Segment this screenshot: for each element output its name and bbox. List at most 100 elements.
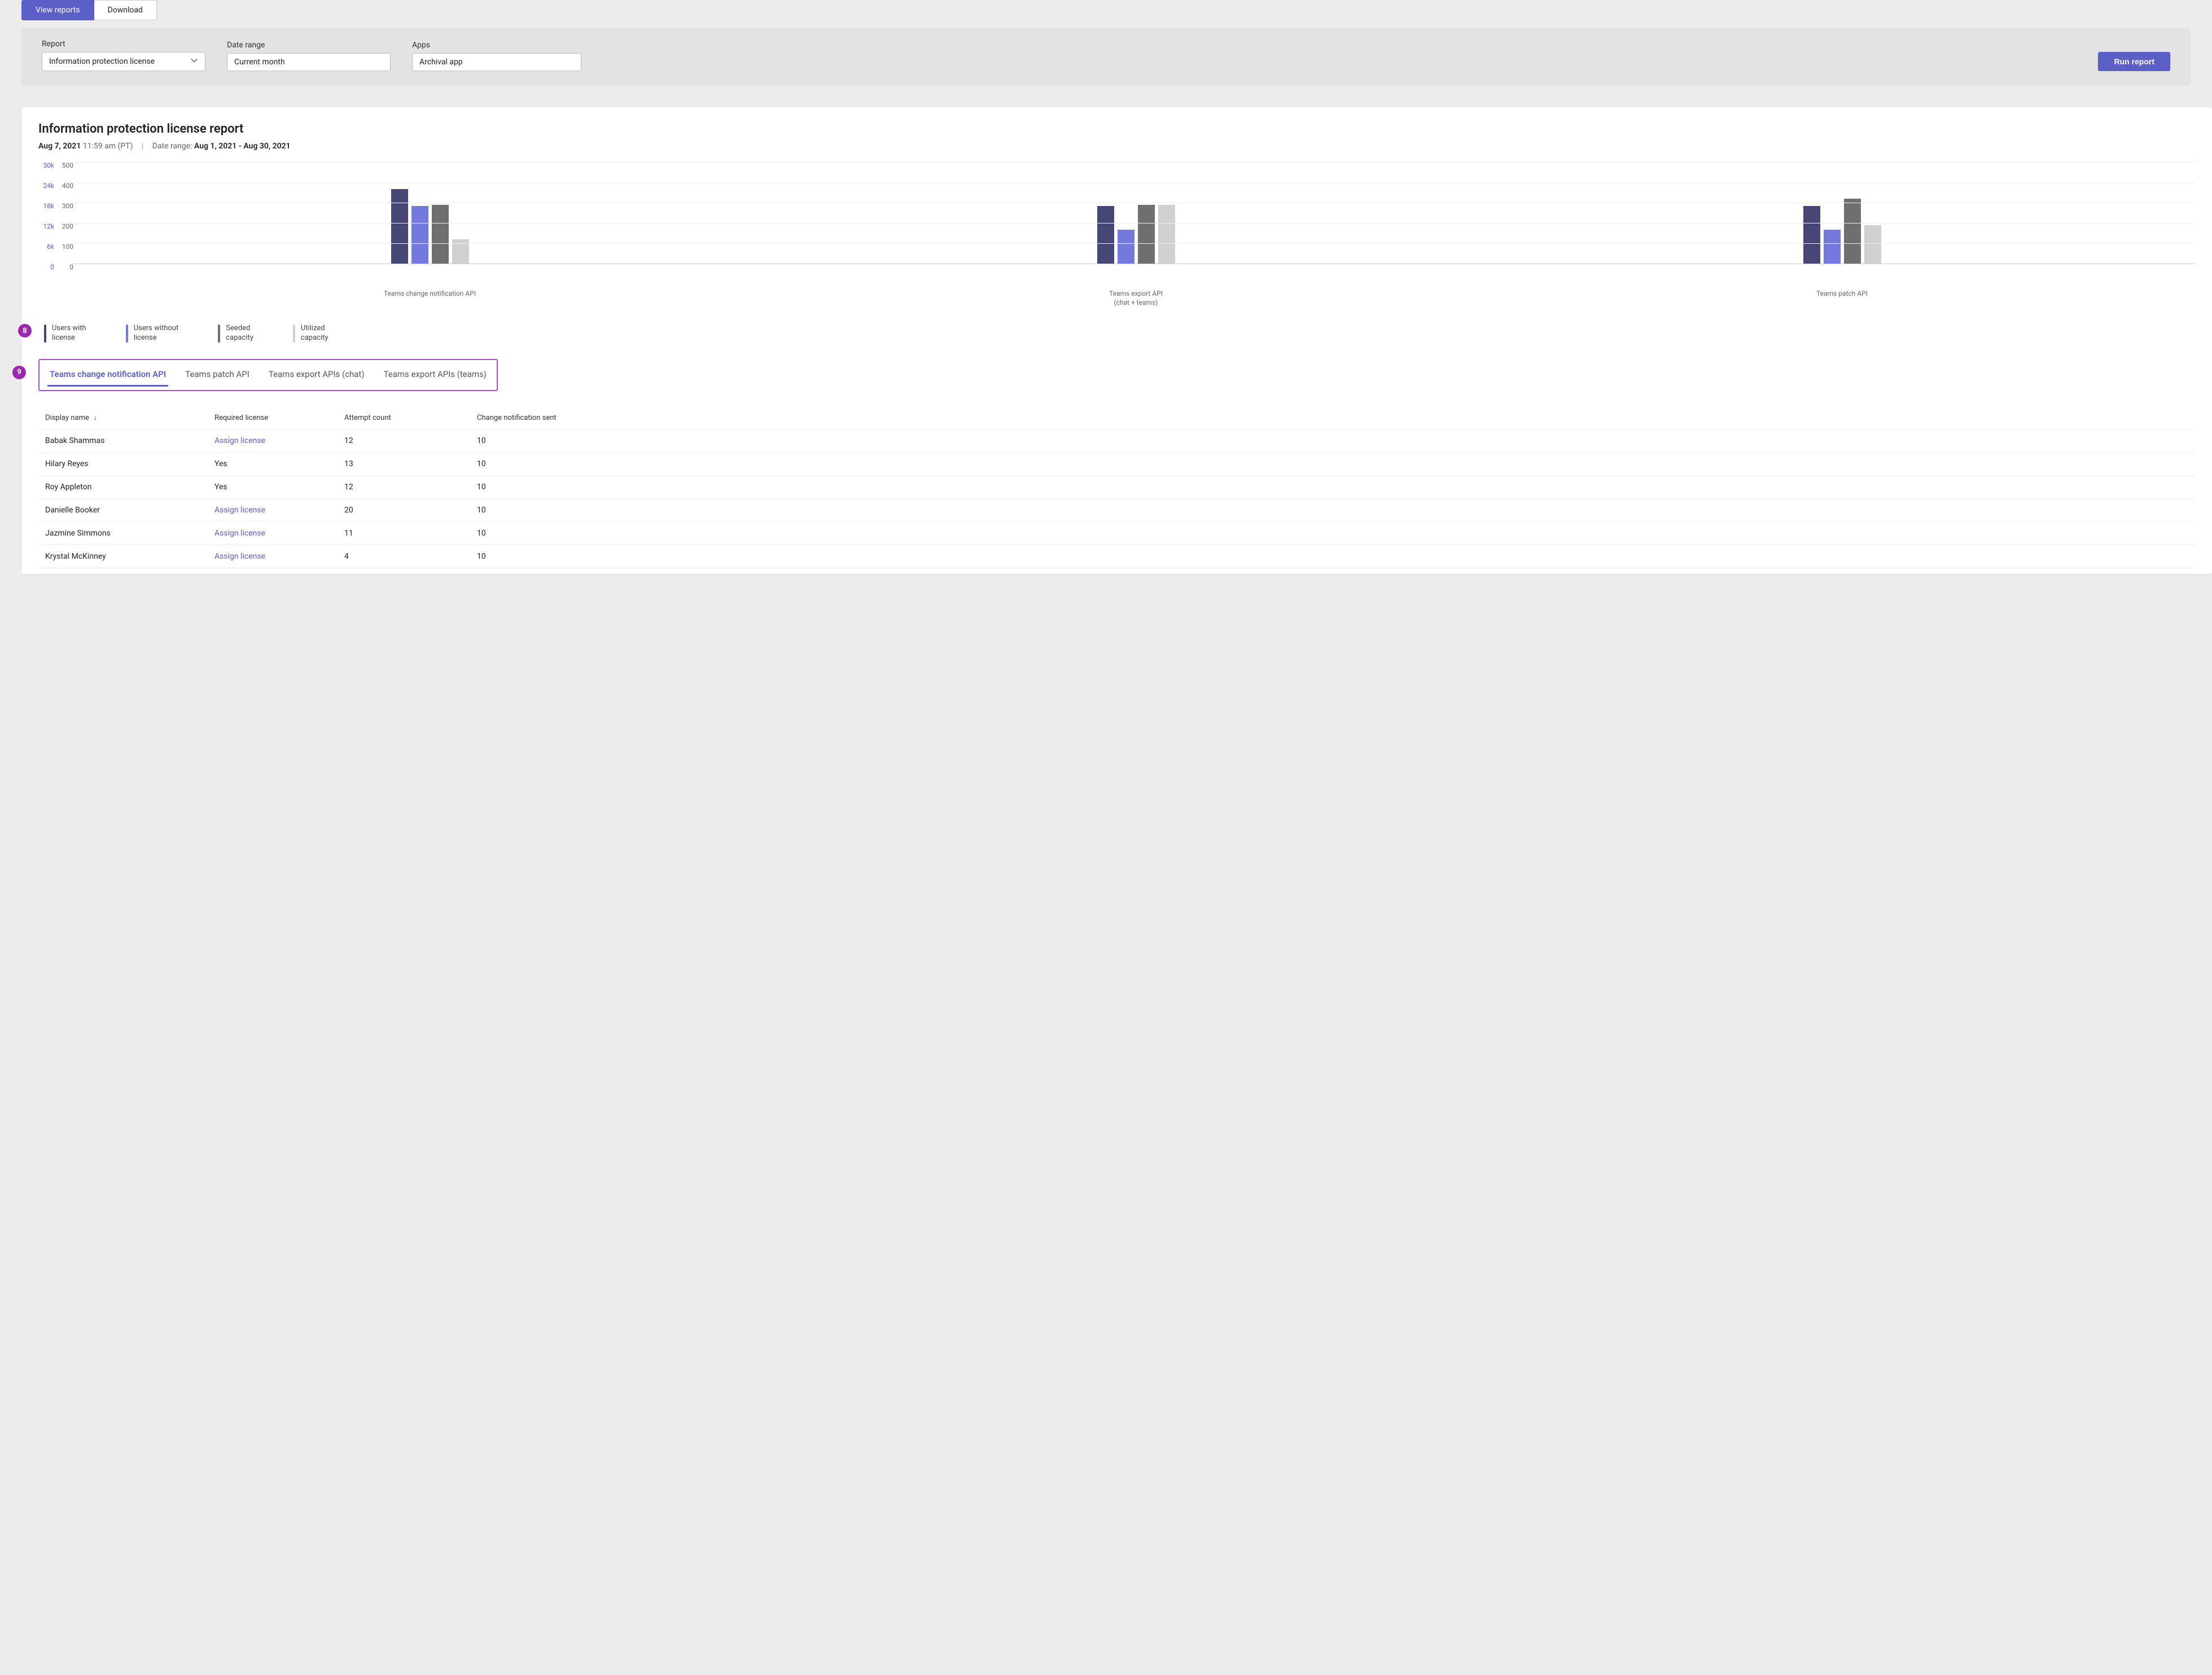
meta-divider: |: [142, 142, 143, 151]
plot-area: [77, 162, 2195, 264]
legend-item: Seededcapacity: [218, 324, 253, 343]
cell-display-name: Roy Appleton: [45, 483, 214, 492]
legend-swatch: [293, 325, 295, 343]
assign-license-link[interactable]: Assign license: [214, 506, 344, 515]
legend-item: Users withlicense: [44, 324, 86, 343]
legend-label: Users withlicense: [52, 324, 86, 343]
range-value: Aug 1, 2021 - Aug 30, 2021: [194, 142, 291, 151]
y-axis-primary: 30k24k18k12k6k0: [38, 162, 54, 284]
cell-display-name: Hilary Reyes: [45, 459, 214, 468]
apps-select[interactable]: Archival app: [412, 53, 581, 71]
report-time: 11:59 am (PT): [83, 142, 133, 151]
sub-tabs: Teams change notification API Teams patch…: [38, 359, 498, 391]
apps-value: Archival app: [419, 58, 463, 67]
legend-item: Utilizedcapacity: [293, 324, 328, 343]
cell-notification-sent: 10: [477, 552, 2188, 561]
chart-bar: [1824, 230, 1841, 264]
cell-notification-sent: 10: [477, 506, 2188, 515]
chevron-down-icon: [190, 56, 198, 67]
col-required-license[interactable]: Required license: [214, 414, 344, 422]
table-row: Jazmine SimmonsAssign license1110: [38, 522, 2195, 545]
subtab[interactable]: Teams change notification API: [47, 363, 168, 387]
run-report-button[interactable]: Run report: [2098, 52, 2170, 71]
chart-cluster: [1489, 162, 2195, 264]
table-row: Hilary ReyesYes1310: [38, 453, 2195, 476]
cell-license: Yes: [214, 459, 344, 468]
cell-display-name: Babak Shammas: [45, 436, 214, 445]
chart-bar: [432, 205, 449, 264]
chart-cluster: [77, 162, 783, 264]
date-range-select[interactable]: Current month: [227, 53, 391, 71]
assign-license-link[interactable]: Assign license: [214, 436, 344, 445]
legend-label: Utilizedcapacity: [301, 324, 328, 343]
assign-license-link[interactable]: Assign license: [214, 552, 344, 561]
chart: 30k24k18k12k6k0 5004003002001000 Teams c…: [38, 162, 2195, 307]
table-row: Roy AppletonYes1210: [38, 476, 2195, 499]
filter-bar: Report Information protection license Da…: [21, 28, 2191, 86]
report-select[interactable]: Information protection license: [42, 52, 205, 71]
legend-item: Users withoutlicense: [126, 324, 179, 343]
legend-row: 8 Users withlicenseUsers withoutlicenseS…: [44, 324, 2195, 343]
date-range-label: Date range: [227, 41, 391, 50]
chart-bar: [1864, 225, 1881, 264]
chart-bar: [1097, 206, 1114, 264]
chart-bar: [1138, 205, 1155, 264]
subtab[interactable]: Teams export APIs (teams): [382, 363, 489, 387]
cell-attempt-count: 12: [344, 436, 477, 445]
legend-swatch: [44, 325, 46, 343]
table-row: Babak ShammasAssign license1210: [38, 429, 2195, 453]
cell-display-name: Jazmine Simmons: [45, 529, 214, 538]
callout-badge-9: 9: [12, 366, 26, 379]
tab-view-reports[interactable]: View reports: [21, 0, 94, 20]
category-label: Teams patch API: [1489, 284, 2195, 307]
report-meta: Aug 7, 2021 11:59 am (PT) | Date range: …: [38, 142, 2195, 151]
legend-swatch: [218, 325, 220, 343]
category-labels: Teams change notification APITeams expor…: [77, 284, 2195, 307]
report-card: Information protection license report Au…: [21, 107, 2212, 574]
cell-display-name: Danielle Booker: [45, 506, 214, 515]
report-value: Information protection license: [49, 57, 155, 66]
tab-download[interactable]: Download: [94, 0, 157, 20]
chart-bar: [1118, 230, 1135, 264]
subtab[interactable]: Teams export APIs (chat): [266, 363, 367, 387]
range-label: Date range:: [152, 142, 192, 151]
callout-badge-8: 8: [18, 324, 32, 337]
category-label: Teams change notification API: [77, 284, 783, 307]
report-label: Report: [42, 40, 205, 49]
chart-bar: [1158, 205, 1175, 264]
cell-notification-sent: 10: [477, 483, 2188, 492]
cell-display-name: Krystal McKinney: [45, 552, 214, 561]
category-label: Teams export API(chat + teams): [783, 284, 1489, 307]
col-display-name[interactable]: Display name↓: [45, 414, 214, 422]
chart-bar: [411, 206, 428, 264]
report-title: Information protection license report: [38, 122, 2195, 136]
cell-notification-sent: 10: [477, 436, 2188, 445]
users-table: Display name↓ Required license Attempt c…: [38, 407, 2195, 568]
cell-attempt-count: 11: [344, 529, 477, 538]
col-notification-sent[interactable]: Change notification sent: [477, 414, 2188, 422]
subtab[interactable]: Teams patch API: [183, 363, 252, 387]
cell-notification-sent: 10: [477, 529, 2188, 538]
cell-attempt-count: 20: [344, 506, 477, 515]
legend-label: Seededcapacity: [226, 324, 253, 343]
table-header: Display name↓ Required license Attempt c…: [38, 407, 2195, 429]
cell-attempt-count: 4: [344, 552, 477, 561]
chart-bar: [1844, 199, 1861, 264]
table-row: Danielle BookerAssign license2010: [38, 499, 2195, 522]
y-axis-secondary: 5004003002001000: [58, 162, 73, 284]
table-row: Krystal McKinneyAssign license410: [38, 545, 2195, 568]
legend-swatch: [126, 325, 128, 343]
cell-attempt-count: 13: [344, 459, 477, 468]
cell-notification-sent: 10: [477, 459, 2188, 468]
report-date: Aug 7, 2021: [38, 142, 81, 151]
legend-label: Users withoutlicense: [134, 324, 179, 343]
chart-bar: [1803, 206, 1820, 264]
col-attempt-count[interactable]: Attempt count: [344, 414, 477, 422]
assign-license-link[interactable]: Assign license: [214, 529, 344, 538]
date-range-value: Current month: [234, 58, 285, 67]
apps-label: Apps: [412, 41, 581, 50]
cell-license: Yes: [214, 483, 344, 492]
sort-arrow-icon: ↓: [94, 414, 97, 422]
chart-cluster: [783, 162, 1489, 264]
chart-bar: [391, 189, 408, 264]
